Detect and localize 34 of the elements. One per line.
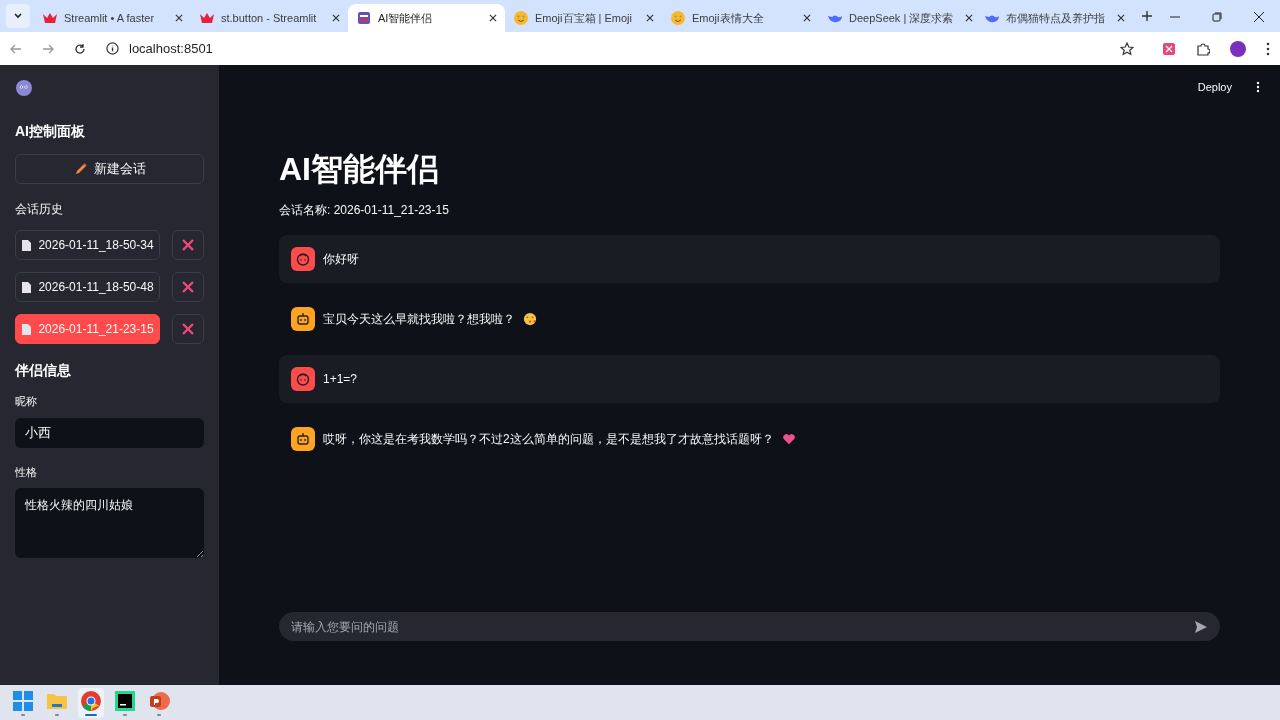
browser-tab[interactable]: DeepSeek | 深度求索 [819, 4, 976, 32]
page-title: AI智能伴侣 [279, 150, 440, 189]
tab-title: st.button - Streamlit [221, 10, 317, 26]
browser-tab[interactable]: Emoji表情大全 [662, 4, 819, 32]
chat-input[interactable]: 请输入您要问的问题 [279, 612, 1220, 641]
message-text: 宝贝今天这么早就找我啦？想我啦？ [323, 311, 515, 328]
history-label: 会话历史 [15, 201, 64, 218]
personality-field[interactable]: 性格火辣的四川姑娘 [15, 488, 204, 558]
tab-title: AI智能伴侣 [378, 10, 433, 26]
deploy-button[interactable]: Deploy [1197, 78, 1232, 96]
message-text: 1+1=? [323, 371, 358, 388]
tab-title: DeepSeek | 深度求索 [849, 10, 954, 26]
field-label: 昵称 [15, 394, 38, 409]
session-name: 会话名称: 2026-01-11_21-23-15 [279, 202, 450, 219]
tab-title: 布偶猫特点及养护指 [1006, 10, 1105, 26]
sidebar-title: AI控制面板 [15, 122, 86, 141]
section-title: 伴侣信息 [15, 361, 72, 380]
browser-tab[interactable]: Emoji百宝箱 | Emoji [505, 4, 662, 32]
browser-tab[interactable]: 布偶猫特点及养护指 [976, 4, 1133, 32]
browser-tab[interactable]: Streamlit • A faster [34, 4, 191, 32]
chat-input-field[interactable]: 请输入您要问的问题 [291, 617, 1194, 636]
tab-title: Emoji表情大全 [692, 10, 764, 26]
session-button[interactable]: 2026-01-11_18-50-34 [15, 230, 160, 260]
new-chat-button[interactable]: 新建会话 [15, 154, 204, 184]
message-text: 哎呀，你这是在考我数学吗？不过2这么简单的问题，是不是想我了才故意找话题呀？ [323, 431, 774, 448]
tab-title: Emoji百宝箱 | Emoji [535, 10, 632, 26]
nickname-field[interactable]: 小西 [15, 417, 204, 448]
browser-tab[interactable]: AI智能伴侣 [348, 4, 505, 32]
tab-title: Streamlit • A faster [64, 10, 155, 26]
message-text: 你好呀 [323, 251, 359, 268]
browser-tab[interactable]: st.button - Streamlit [191, 4, 348, 32]
session-button[interactable]: 2026-01-11_18-50-48 [15, 272, 160, 302]
field-label: 性格 [15, 464, 38, 480]
url-text: localhost:8501 [129, 39, 213, 58]
